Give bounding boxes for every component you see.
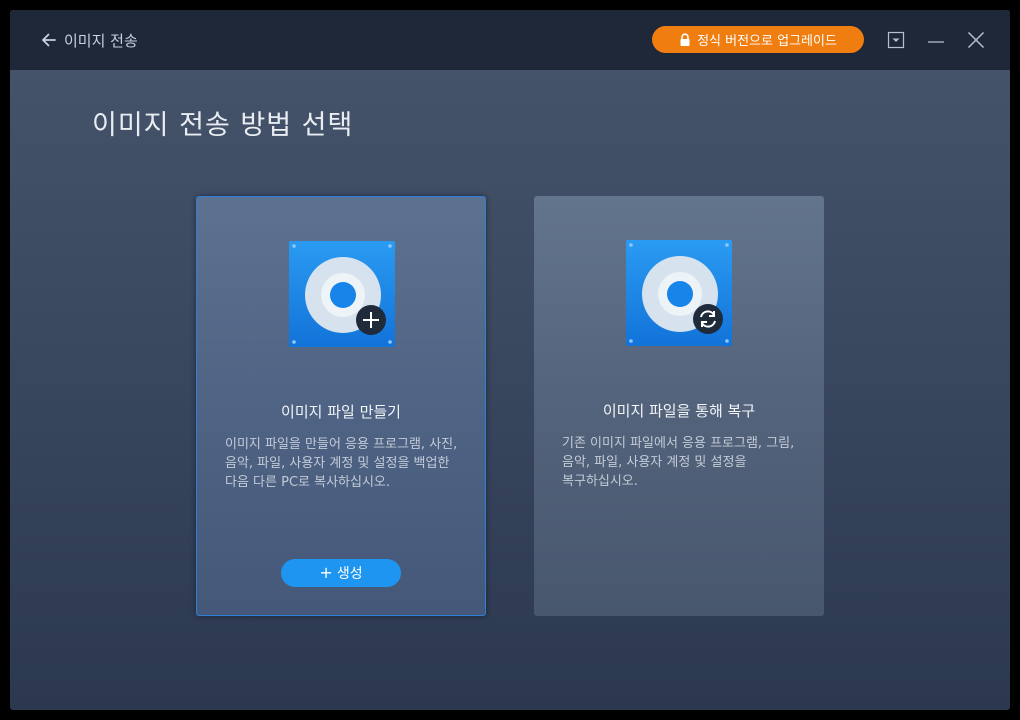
restore-image-card[interactable]: 이미지 파일을 통해 복구 기존 이미지 파일에서 응용 프로그램, 그림, 음… [534,196,824,616]
lock-icon [680,32,690,46]
arrow-left-icon [42,33,56,47]
create-button-label: 생성 [336,566,363,582]
create-image-title: 이미지 파일 만들기 [281,403,401,421]
back-button[interactable]: 이미지 전송 [40,28,138,52]
restore-image-description: 기존 이미지 파일에서 응용 프로그램, 그림, 음악, 파일, 사용자 계정 … [562,436,795,489]
create-image-card[interactable]: 이미지 파일 만들기 이미지 파일을 만들어 응용 프로그램, 사진, 음악, … [196,196,486,616]
create-button[interactable]: + 생성 [281,559,401,587]
title-bar: 이미지 전송 정식 버전으로 업그레이드 [10,10,1010,70]
dropdown-icon [887,31,905,49]
dropdown-menu-button[interactable] [886,30,906,50]
upgrade-button[interactable]: 정식 버전으로 업그레이드 [652,26,864,53]
upgrade-label: 정식 버전으로 업그레이드 [697,34,837,49]
app-window: 이미지 전송 정식 버전으로 업그레이드 이미지 전송 방법 선택 이미지 파일… [10,10,1010,710]
window-title: 이미지 전송 [64,31,138,50]
minimize-icon [928,41,944,43]
create-image-description: 이미지 파일을 만들어 응용 프로그램, 사진, 음악, 파일, 사용자 계정 … [225,437,458,490]
close-button[interactable] [966,30,986,50]
restore-image-title: 이미지 파일을 통해 복구 [602,402,756,420]
plus-icon: + [319,563,333,582]
page-title: 이미지 전송 방법 선택 [92,110,354,141]
disk-restore-icon [626,240,732,346]
disk-add-icon [289,241,395,347]
minimize-button[interactable] [926,30,946,50]
close-icon [967,31,985,49]
